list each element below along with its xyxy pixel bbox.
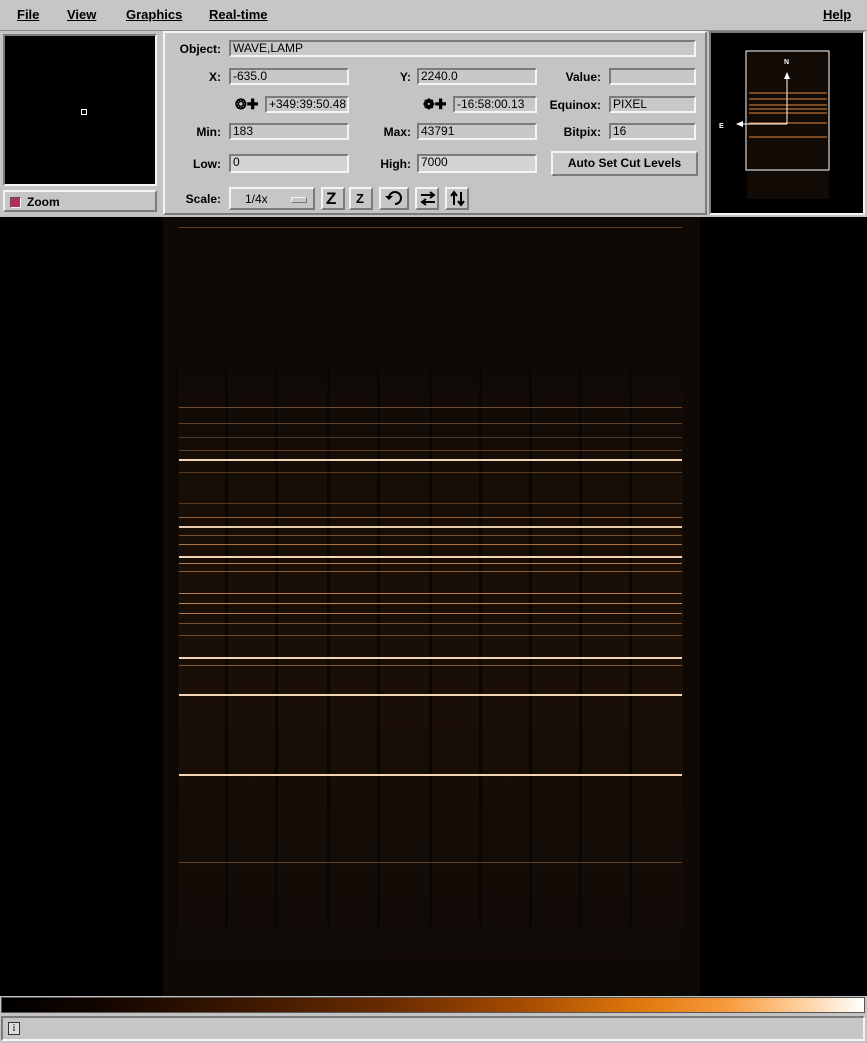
scale-menu[interactable]: 1/4x: [229, 187, 315, 210]
emission-line: [179, 437, 682, 438]
emission-line: [179, 862, 682, 863]
menu-graphics[interactable]: Graphics: [126, 7, 182, 22]
emission-line: [179, 556, 682, 558]
scale-value: 1/4x: [245, 192, 268, 206]
dec-field: -16:58:00.13: [453, 96, 537, 113]
bitpix-field: 16: [609, 123, 696, 140]
emission-line: [179, 517, 682, 518]
y-label: Y:: [399, 70, 411, 84]
emission-line: [179, 407, 682, 408]
emission-line: [179, 694, 682, 696]
colorbar[interactable]: [1, 997, 865, 1013]
emission-line: [179, 544, 682, 545]
emission-line: [179, 472, 682, 473]
info-panel: Object: WAVE,LAMP X: -635.0 Y: 2240.0 Va…: [163, 31, 707, 215]
max-label: Max:: [383, 125, 411, 139]
info-icon[interactable]: i: [8, 1022, 20, 1035]
low-label: Low:: [193, 157, 221, 171]
emission-line: [179, 623, 682, 624]
auto-set-cut-levels-button[interactable]: Auto Set Cut Levels: [551, 151, 698, 176]
emission-line: [179, 535, 682, 536]
menu-realtime[interactable]: Real-time: [209, 7, 268, 22]
dec-icon: ❁✚: [423, 96, 447, 112]
compass-east-label: E: [719, 123, 724, 130]
flip-y-button[interactable]: [445, 187, 469, 210]
zoom-window[interactable]: [3, 34, 157, 186]
emission-line: [179, 227, 682, 228]
emission-line: [179, 613, 682, 614]
ra-field: +349:39:50.48: [265, 96, 349, 113]
rotate-button[interactable]: [379, 187, 409, 210]
min-label: Min:: [196, 125, 221, 139]
flip-y-icon: [450, 190, 465, 207]
zoom-toggle[interactable]: Zoom: [3, 190, 157, 212]
emission-line: [179, 665, 682, 666]
emission-line: [179, 635, 682, 636]
ra-icon: ❂✚: [235, 96, 259, 112]
object-field: WAVE,LAMP: [229, 40, 696, 57]
emission-line: [179, 593, 682, 594]
zoom-in-button[interactable]: Z: [321, 187, 345, 210]
fits-image[interactable]: [163, 217, 700, 996]
high-input[interactable]: 7000: [417, 154, 537, 173]
equinox-field: PIXEL: [609, 96, 696, 113]
emission-line: [179, 563, 682, 564]
x-field: -635.0: [229, 68, 349, 85]
low-input[interactable]: 0: [229, 154, 349, 173]
emission-line: [179, 657, 682, 659]
bitpix-label: Bitpix:: [563, 125, 601, 139]
object-label: Object:: [179, 42, 221, 56]
compass-north-label: N: [784, 59, 789, 66]
scale-label: Scale:: [185, 192, 221, 206]
spectrum-image: [175, 227, 683, 967]
zoom-checkbox[interactable]: [10, 197, 21, 208]
max-field: 43791: [417, 123, 537, 140]
y-field: 2240.0: [417, 68, 537, 85]
emission-line: [179, 526, 682, 528]
emission-line: [179, 423, 682, 424]
zoom-label: Zoom: [27, 195, 60, 209]
zoom-cursor-marker: [81, 109, 87, 115]
menu-view[interactable]: View: [67, 7, 96, 22]
emission-line: [179, 503, 682, 504]
emission-line: [179, 459, 682, 461]
flip-x-button[interactable]: [415, 187, 439, 210]
menu-help[interactable]: Help: [823, 7, 851, 22]
rotate-icon: [385, 191, 402, 205]
emission-line: [179, 603, 682, 604]
emission-line: [179, 450, 682, 451]
high-label: High:: [380, 157, 411, 171]
equinox-label: Equinox:: [549, 98, 601, 112]
zoom-out-button[interactable]: Z: [349, 187, 373, 210]
emission-line: [179, 774, 682, 776]
zoom-out-icon: Z: [356, 191, 364, 206]
value-field: [609, 68, 696, 85]
emission-line: [179, 571, 682, 572]
x-label: X:: [209, 70, 221, 84]
value-label: Value:: [565, 70, 601, 84]
status-bar: i: [1, 1016, 865, 1041]
option-menu-indicator: [291, 197, 307, 203]
zoom-in-icon: Z: [326, 189, 337, 208]
image-display[interactable]: [0, 217, 867, 996]
min-field: 183: [229, 123, 349, 140]
menu-bar: File View Graphics Real-time Help: [0, 0, 867, 31]
flip-x-icon: [420, 191, 436, 206]
pan-window[interactable]: N E: [709, 31, 865, 215]
menu-file[interactable]: File: [17, 7, 39, 22]
pan-thumbnail: N E: [719, 50, 830, 199]
